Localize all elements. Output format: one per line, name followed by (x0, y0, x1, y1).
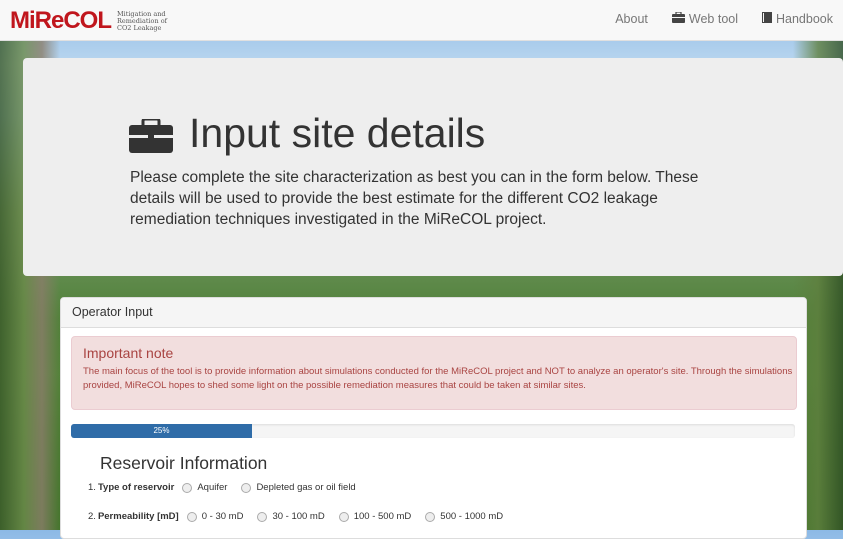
page-title-text: Input site details (189, 110, 486, 156)
nav-handbook-label: Handbook (776, 12, 833, 26)
progress-fill: 25% (71, 424, 252, 438)
brand-logo[interactable]: MiReCOL Mitigation and Remediation of CO… (10, 9, 177, 33)
question-number: 1. (88, 482, 96, 493)
question-number: 2. (88, 511, 96, 522)
page-intro: Please complete the site characterizatio… (130, 169, 699, 228)
option-aquifer[interactable]: Aquifer (182, 482, 227, 493)
option-label: 100 - 500 mD (353, 511, 412, 522)
alert-title: Important note (83, 345, 174, 361)
operator-input-panel: Operator Input Important note The main f… (60, 297, 807, 539)
option-perm-500-1000[interactable]: 500 - 1000 mD (425, 511, 503, 522)
option-label: Aquifer (197, 482, 228, 493)
nav-about-label: About (615, 12, 648, 26)
briefcase-icon (671, 11, 685, 26)
option-perm-0-30[interactable]: 0 - 30 mD (186, 511, 244, 522)
alert-body: The main focus of the tool is to provide… (83, 366, 793, 391)
top-navbar: MiReCOL Mitigation and Remediation of CO… (0, 0, 843, 41)
nav-about[interactable]: About (615, 12, 648, 26)
nav-links: About Web tool Handbook (615, 11, 833, 26)
radio-button[interactable] (241, 482, 252, 493)
progress-bar: 25% (71, 424, 795, 438)
question-label: Permeability [mD] (97, 511, 179, 522)
option-perm-30-100[interactable]: 30 - 100 mD (257, 511, 325, 522)
question-label: Type of reservoir (97, 482, 175, 493)
nav-handbook[interactable]: Handbook (762, 12, 833, 26)
important-note-alert: Important note The main focus of the too… (71, 336, 797, 410)
section-title: Reservoir Information (100, 453, 268, 473)
panel-heading: Operator Input (61, 298, 806, 328)
briefcase-icon (129, 116, 177, 153)
option-label: 500 - 1000 mD (440, 511, 504, 522)
radio-button[interactable] (257, 511, 268, 522)
nav-web-tool[interactable]: Web tool (671, 11, 738, 26)
option-label: Depleted gas or oil field (256, 482, 356, 493)
logo-subtitle: Mitigation and Remediation of CO2 Leakag… (117, 9, 168, 32)
option-depleted-field[interactable]: Depleted gas or oil field (241, 482, 356, 493)
radio-button[interactable] (425, 511, 436, 522)
radio-button[interactable] (338, 511, 349, 522)
option-label: 30 - 100 mD (272, 511, 325, 522)
option-label: 0 - 30 mD (201, 511, 244, 522)
radio-button[interactable] (186, 511, 197, 522)
question-permeability: 2. Permeability [mD] 0 - 30 mD 30 - 100 … (88, 511, 517, 522)
question-reservoir-type: 1. Type of reservoir Aquifer Depleted ga… (88, 482, 370, 493)
logo-text: MiReCOL (10, 7, 112, 34)
option-perm-100-500[interactable]: 100 - 500 mD (338, 511, 412, 522)
jumbotron: Input site details Please complete the s… (23, 58, 843, 276)
page-title: Input site details (129, 110, 485, 157)
nav-web-tool-label: Web tool (688, 12, 738, 26)
book-icon (762, 12, 772, 26)
radio-button[interactable] (182, 482, 193, 493)
